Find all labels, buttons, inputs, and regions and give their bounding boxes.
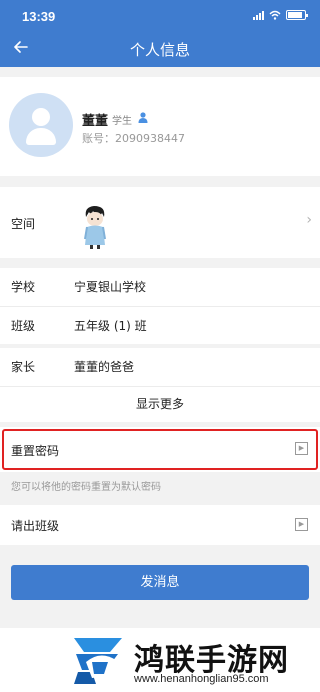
signal-icon: [253, 10, 264, 20]
profile-name: 董董: [82, 114, 109, 129]
profile-account: 账号：2090938447: [82, 132, 185, 145]
info-row-parent: 家长 董董的爸爸: [0, 348, 320, 386]
watermark-logo-icon: [72, 636, 126, 684]
info-label: 家长: [11, 360, 36, 374]
info-value: 五年级 (1) 班: [74, 319, 147, 333]
show-more-button[interactable]: 显示更多: [0, 386, 320, 422]
remove-from-class-row[interactable]: 请出班级 ▶: [0, 505, 320, 545]
profile-role: 学生: [112, 116, 132, 127]
watermark-url: www.henanhonglian95.com: [134, 673, 269, 685]
space-character-image: [84, 206, 106, 249]
square-arrow-right-icon: ▶: [295, 518, 308, 531]
page-title: 个人信息: [129, 41, 190, 59]
battery-icon: [286, 10, 308, 20]
reset-password-hint: 您可以将他的密码重置为默认密码: [11, 482, 161, 493]
space-label: 空间: [11, 217, 36, 231]
avatar: [9, 93, 73, 157]
info-row-school: 学校 宁夏银山学校: [0, 268, 320, 306]
info-value: 宁夏银山学校: [74, 280, 147, 294]
school-info-group: 学校 宁夏银山学校 班级 五年级 (1) 班: [0, 268, 320, 344]
info-row-class: 班级 五年级 (1) 班: [0, 306, 320, 344]
profile-card: 董董 学生 账号：2090938447: [0, 77, 320, 176]
watermark: 鸿联手游网 www.henanhonglian95.com: [0, 628, 320, 692]
status-time: 13:39: [22, 9, 56, 24]
status-icons: [253, 10, 308, 20]
person-icon: [138, 112, 148, 123]
app-header: 13:39 个人信息: [0, 0, 320, 67]
info-label: 学校: [11, 280, 36, 294]
send-message-button[interactable]: 发消息: [11, 565, 309, 600]
highlight-box: [2, 429, 318, 470]
chevron-right-icon: ›: [306, 212, 312, 228]
wifi-icon: [269, 10, 281, 20]
space-row[interactable]: 空间 ›: [0, 187, 320, 258]
parent-info-group: 家长 董董的爸爸 显示更多: [0, 348, 320, 422]
status-bar: 13:39: [0, 0, 320, 32]
remove-from-class-label: 请出班级: [11, 519, 60, 533]
info-value: 董董的爸爸: [74, 360, 135, 374]
info-label: 班级: [11, 319, 36, 333]
